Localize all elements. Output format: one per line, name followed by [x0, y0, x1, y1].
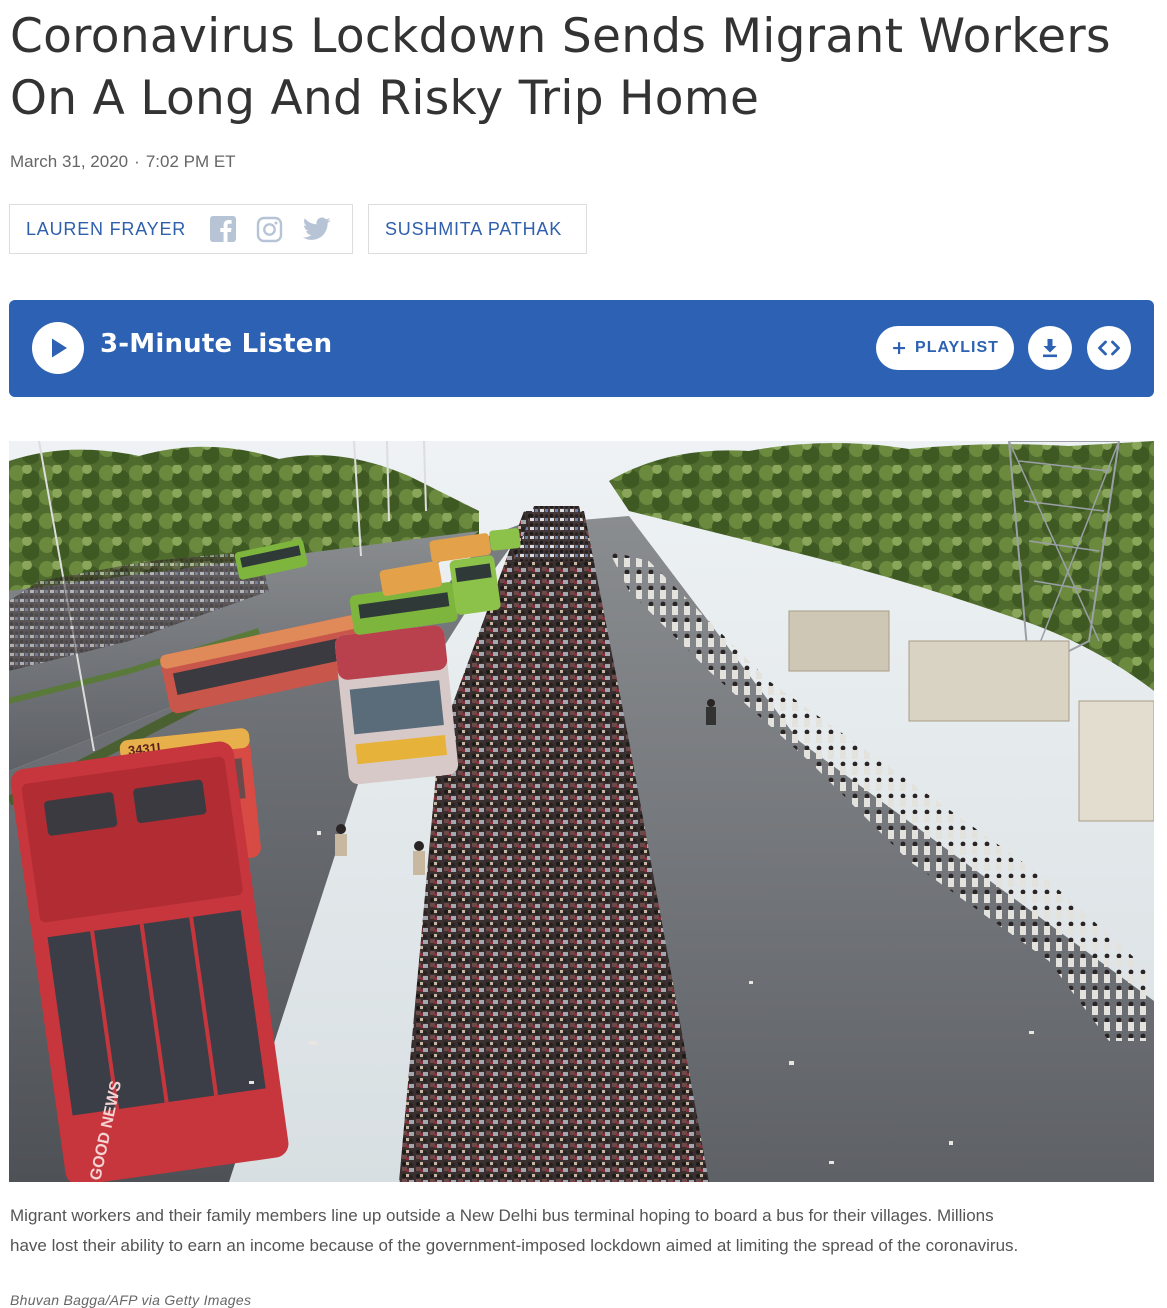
facebook-icon[interactable] — [210, 216, 237, 242]
photo-caption: Migrant workers and their family members… — [10, 1206, 1019, 1255]
listen-duration-label: 3-Minute Listen — [100, 329, 333, 359]
download-button[interactable] — [1028, 326, 1072, 370]
plus-icon: + — [891, 336, 908, 359]
article-date: March 31, 2020 — [10, 152, 129, 171]
play-icon — [52, 338, 67, 358]
download-icon — [1043, 339, 1057, 358]
audio-player-bar: 3-Minute Listen + PLAYLIST — [9, 300, 1154, 397]
article-headline: Coronavirus Lockdown Sends Migrant Worke… — [10, 9, 1111, 126]
instagram-icon[interactable] — [256, 216, 283, 243]
add-to-playlist-button[interactable]: + PLAYLIST — [876, 326, 1014, 370]
embed-button[interactable] — [1087, 326, 1131, 370]
author-link-lauren-frayer[interactable]: LAUREN FRAYER — [26, 219, 186, 240]
date-separator: · — [134, 152, 140, 171]
embed-icon — [1098, 340, 1120, 356]
article-photo: 3431L GOOD NEWS — [9, 441, 1154, 1182]
byline-lauren-frayer: LAUREN FRAYER — [9, 204, 353, 254]
article-time: 7:02 PM ET — [145, 152, 236, 171]
byline-sushmita-pathak: SUSHMITA PATHAK — [368, 204, 587, 254]
crowd-photo-illustration: 3431L GOOD NEWS — [9, 441, 1154, 1182]
photo-credit: Bhuvan Bagga/AFP via Getty Images — [10, 1292, 252, 1308]
author-social-links — [210, 216, 331, 243]
play-button[interactable] — [32, 322, 84, 374]
dateline: March 31, 2020 · 7:02 PM ET — [10, 152, 236, 172]
twitter-icon[interactable] — [303, 217, 331, 241]
playlist-label: PLAYLIST — [915, 339, 999, 356]
author-link-sushmita-pathak[interactable]: SUSHMITA PATHAK — [385, 219, 562, 240]
